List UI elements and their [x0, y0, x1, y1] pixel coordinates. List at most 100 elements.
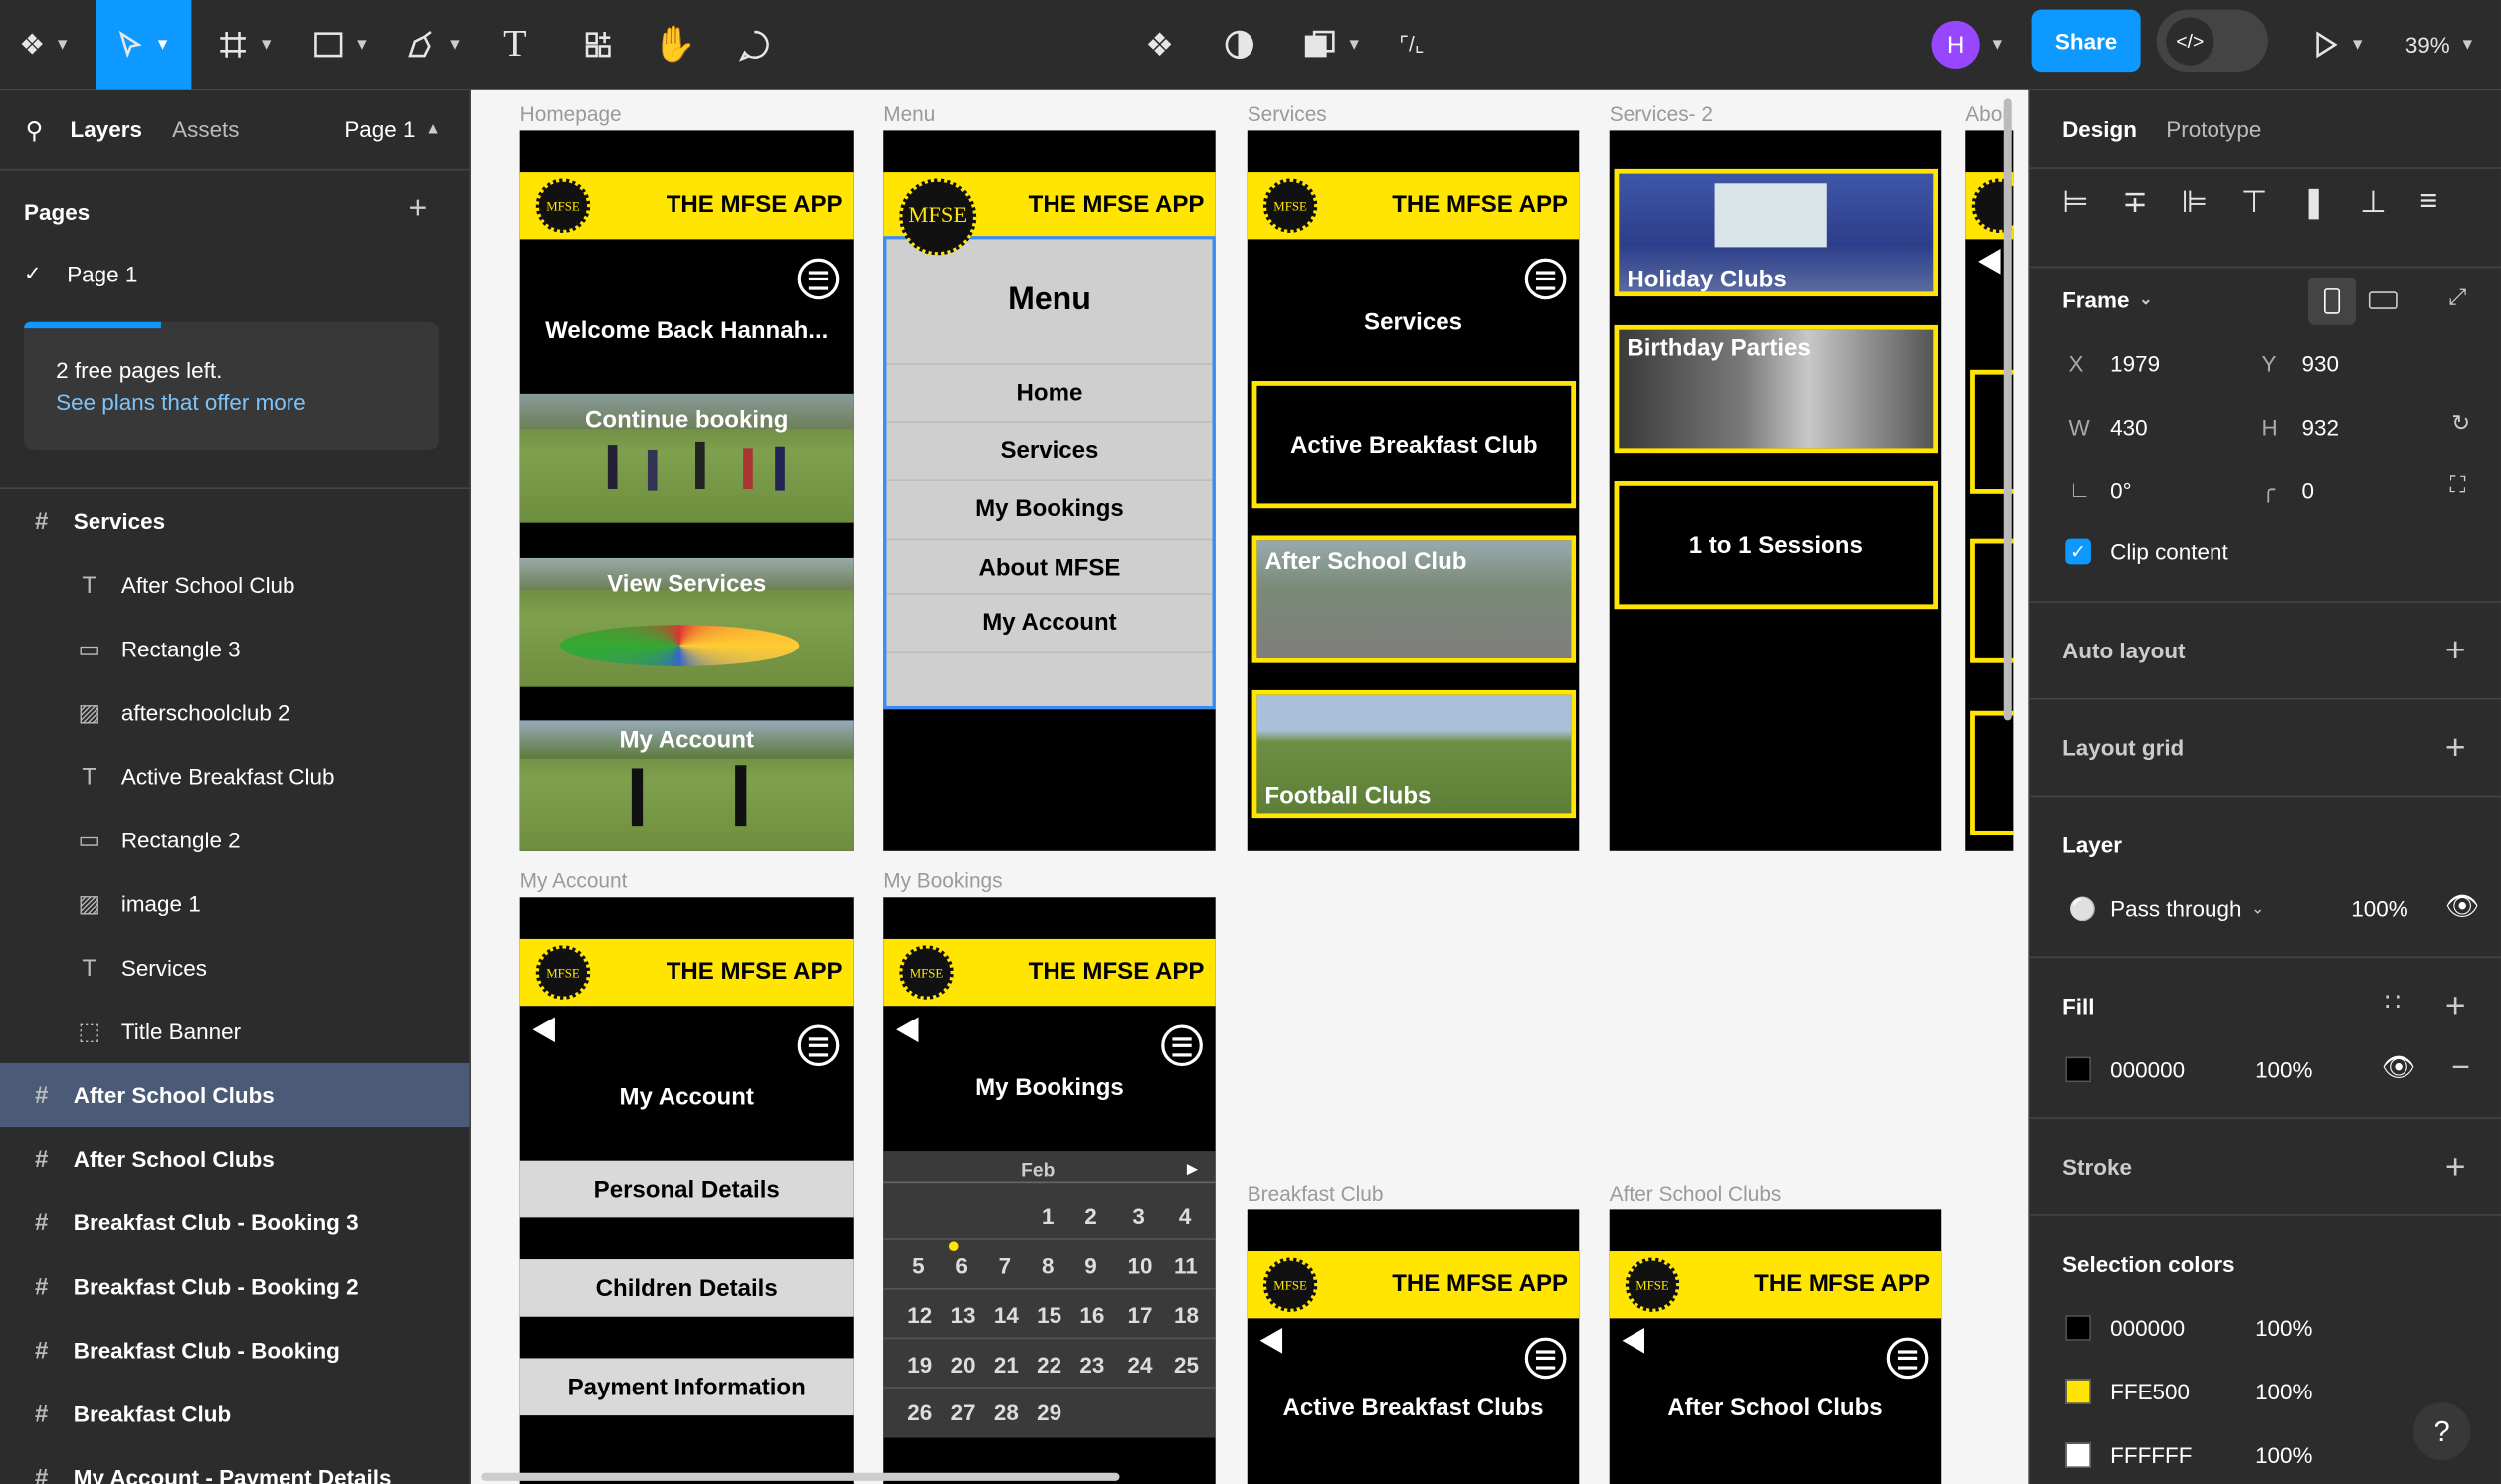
layer-item[interactable]: T Active Breakfast Club: [0, 744, 469, 808]
calendar-day[interactable]: 2: [1084, 1204, 1097, 1229]
menu-icon[interactable]: [797, 1024, 840, 1067]
frame-breakfast-club[interactable]: MFSE THE MFSE APP Active Breakfast Clubs: [1247, 1209, 1580, 1484]
add-fill-button[interactable]: +: [2445, 985, 2466, 1026]
frame-label-services-2[interactable]: Services- 2: [1610, 102, 1713, 126]
calendar-day[interactable]: 15: [1037, 1302, 1061, 1328]
frame-label-services[interactable]: Services: [1248, 102, 1327, 126]
add-auto-layout-button[interactable]: +: [2445, 630, 2466, 671]
rotation-input[interactable]: 0°: [2110, 478, 2131, 504]
tab-assets[interactable]: Assets: [172, 116, 239, 142]
color-swatch[interactable]: [2065, 1442, 2091, 1468]
calendar-day[interactable]: 12: [907, 1302, 932, 1328]
menu-item[interactable]: Services: [886, 437, 1212, 464]
width-input[interactable]: 430: [2110, 415, 2147, 441]
align-center-icon[interactable]: ∓: [2122, 185, 2148, 222]
view-services-tile[interactable]: View Services: [519, 557, 854, 687]
back-arrow-icon[interactable]: [1622, 1327, 1645, 1354]
frame-label-menu[interactable]: Menu: [883, 102, 935, 126]
mask-button[interactable]: [1216, 0, 1263, 90]
resize-to-fit-icon[interactable]: ⤢: [2448, 283, 2466, 310]
calendar-day[interactable]: 19: [907, 1352, 932, 1378]
color-swatch[interactable]: [2065, 1379, 2091, 1404]
share-button[interactable]: Share: [2031, 9, 2141, 73]
calendar-day[interactable]: 23: [1079, 1352, 1104, 1378]
landscape-icon[interactable]: [2368, 291, 2398, 309]
frame-tool-button[interactable]: ▼: [211, 0, 282, 90]
calendar-day[interactable]: 27: [951, 1399, 976, 1425]
back-arrow-icon[interactable]: [1978, 249, 2001, 275]
canvas-horizontal-scrollbar[interactable]: [481, 1472, 1120, 1481]
calendar-day[interactable]: 6: [955, 1253, 968, 1279]
calendar-day[interactable]: 25: [1174, 1352, 1199, 1378]
page-item-page-1[interactable]: ✓ Page 1: [24, 262, 137, 287]
next-month-icon[interactable]: ▶: [1187, 1161, 1198, 1179]
fill-hex-input[interactable]: 000000: [2110, 1057, 2185, 1083]
text-tool-button[interactable]: T: [491, 0, 539, 90]
booking-calendar[interactable]: Feb ▶ 1 2 3 4 5 6 7 8 9 10 11 12 13 14 15 16 17 18 19 20 21 2…: [883, 1151, 1216, 1438]
fill-opacity-input[interactable]: 100%: [2255, 1057, 2312, 1083]
calendar-day[interactable]: 9: [1084, 1253, 1097, 1279]
tab-prototype[interactable]: Prototype: [2166, 116, 2261, 142]
y-input[interactable]: 930: [2302, 351, 2339, 377]
personal-details-button[interactable]: Personal Details: [519, 1160, 854, 1218]
birthday-parties-card[interactable]: Birthday Parties: [1614, 324, 1939, 454]
boolean-button[interactable]: ▼: [1295, 0, 1369, 90]
frame-menu[interactable]: THE MFSE APP Menu Home Services My Booking…: [883, 130, 1216, 851]
color-swatch[interactable]: [2065, 1315, 2091, 1341]
frame-label-homepage[interactable]: Homepage: [520, 102, 622, 126]
menu-item[interactable]: Home: [886, 379, 1212, 406]
menu-item[interactable]: My Account: [886, 609, 1212, 636]
user-avatar-button[interactable]: H ▼: [1919, 0, 2018, 90]
layer-frame-item[interactable]: # After School Clubs: [0, 1062, 470, 1128]
hand-tool-button[interactable]: ✋: [651, 0, 698, 90]
calendar-day[interactable]: 17: [1128, 1302, 1153, 1328]
see-plans-link[interactable]: See plans that offer more: [56, 389, 306, 415]
color-hex[interactable]: FFE500: [2110, 1379, 2190, 1404]
tab-design[interactable]: Design: [2062, 116, 2137, 142]
menu-item[interactable]: My Bookings: [886, 495, 1212, 522]
holiday-clubs-card[interactable]: Holiday Clubs: [1614, 168, 1939, 297]
calendar-day[interactable]: 22: [1037, 1352, 1061, 1378]
add-page-button[interactable]: +: [408, 191, 427, 228]
calendar-day[interactable]: 29: [1037, 1399, 1061, 1425]
frame-homepage[interactable]: MFSE THE MFSE APP Welcome Back Hannah...…: [519, 130, 854, 851]
calendar-day[interactable]: 20: [951, 1352, 976, 1378]
calendar-day[interactable]: 13: [951, 1302, 976, 1328]
fill-swatch[interactable]: [2065, 1056, 2091, 1083]
blend-mode-select[interactable]: Pass through ⌄: [2110, 896, 2264, 922]
layer-item[interactable]: ▨ image 1: [0, 872, 469, 936]
calendar-day[interactable]: 8: [1042, 1253, 1055, 1279]
menu-icon[interactable]: [1886, 1337, 1929, 1380]
layer-frame-item[interactable]: # Breakfast Club - Booking 3: [0, 1191, 469, 1254]
menu-icon[interactable]: [1524, 1337, 1567, 1380]
after-school-club-card[interactable]: After School Club: [1251, 535, 1577, 663]
color-opacity[interactable]: 100%: [2255, 1315, 2312, 1341]
layer-frame-item[interactable]: # After School Clubs: [0, 1127, 469, 1191]
layer-opacity-input[interactable]: 100%: [2351, 896, 2407, 922]
calendar-day[interactable]: 14: [994, 1302, 1019, 1328]
frame-label-my-bookings[interactable]: My Bookings: [883, 868, 1002, 892]
menu-icon[interactable]: [797, 258, 840, 300]
present-button[interactable]: ▼: [2306, 0, 2370, 90]
portrait-button[interactable]: [2307, 277, 2357, 325]
menu-icon[interactable]: [1524, 258, 1567, 300]
independent-corners-icon[interactable]: ⛶: [2450, 471, 2466, 498]
shape-tool-button[interactable]: ▼: [306, 0, 377, 90]
calendar-day[interactable]: 28: [994, 1399, 1019, 1425]
color-hex[interactable]: FFFFFF: [2110, 1442, 2192, 1468]
back-arrow-icon[interactable]: [1259, 1327, 1283, 1354]
calendar-day[interactable]: 10: [1128, 1253, 1153, 1279]
dev-crop-button[interactable]: ⌜/⌞: [1388, 0, 1436, 90]
layer-item[interactable]: ▭ Rectangle 2: [0, 809, 469, 872]
align-middle-icon[interactable]: ❚: [2301, 185, 2327, 222]
frame-services-2[interactable]: Holiday Clubs Birthday Parties 1 to 1 Se…: [1609, 130, 1942, 851]
frame-my-bookings[interactable]: MFSE THE MFSE APP My Bookings Feb ▶ 1234…: [883, 897, 1216, 1484]
styles-grid-icon[interactable]: ∷: [2385, 987, 2401, 1019]
back-arrow-icon[interactable]: [532, 1017, 555, 1043]
constrain-proportions-icon[interactable]: ↻: [2451, 410, 2470, 437]
pen-tool-button[interactable]: ▼: [399, 0, 470, 90]
layer-item[interactable]: T Services: [0, 936, 469, 1000]
menu-icon[interactable]: [1161, 1024, 1203, 1067]
calendar-day[interactable]: 3: [1132, 1204, 1145, 1229]
color-opacity[interactable]: 100%: [2255, 1379, 2312, 1404]
